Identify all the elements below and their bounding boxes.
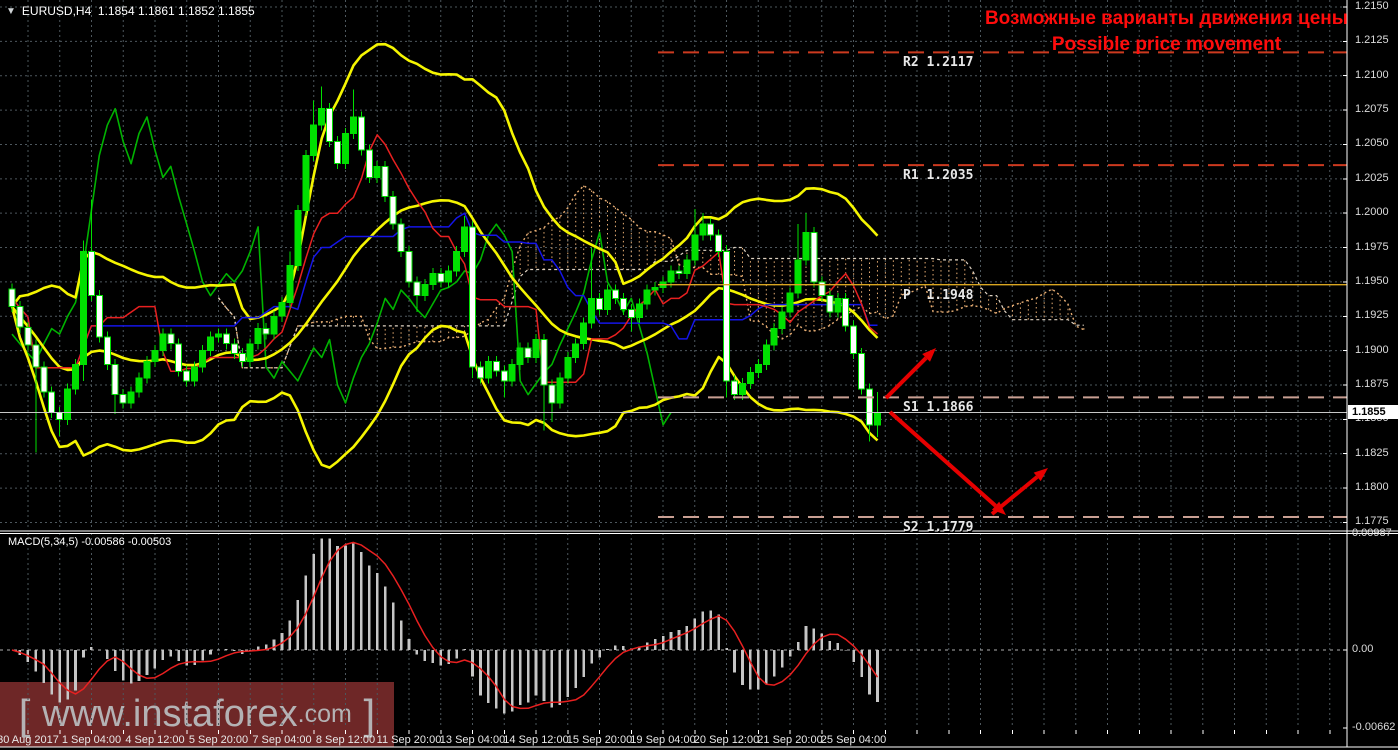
price-axis-label[interactable]: 1.2125 [1355, 34, 1389, 46]
symbol-ohlc-text: EURUSD,H4 1.1854 1.1861 1.1852 1.1855 [21, 4, 255, 18]
time-axis-label[interactable]: 11 Sep 20:00 [377, 734, 442, 746]
level-label-r1: R1 1.2035 [903, 168, 974, 184]
forecast-arrows [884, 348, 1048, 516]
current-price-badge: 1.1855 [1348, 405, 1398, 419]
time-axis-label[interactable]: 7 Sep 04:00 [252, 734, 311, 746]
price-axis-label[interactable]: 1.2150 [1355, 0, 1389, 12]
pivot-levels [658, 51, 1347, 518]
time-axis-label[interactable]: 1 Sep 04:00 [62, 734, 121, 746]
price-axis-label[interactable]: 1.2100 [1355, 69, 1389, 81]
annotation-line-ru: Возможные варианты движения цены [984, 8, 1348, 29]
price-axis-label[interactable]: 1.1800 [1355, 481, 1389, 493]
time-axis-label[interactable]: 20 Sep 12:00 [694, 734, 759, 746]
price-axis-label[interactable]: 1.2000 [1355, 206, 1389, 218]
time-axis-label[interactable]: 15 Sep 20:00 [567, 734, 632, 746]
level-label-s2: S2 1.1779 [903, 519, 974, 535]
price-axis-label[interactable]: 1.1925 [1355, 309, 1389, 321]
annotation-line-en: Possible price movement [1051, 34, 1282, 55]
forecast-annotation: Возможные варианты движения цены Possibl… [985, 6, 1348, 58]
macd-histogram [18, 538, 879, 714]
macd-axis-label[interactable]: -0.00662 [1352, 721, 1395, 733]
macd-axis-label[interactable]: 0.00987 [1352, 527, 1392, 539]
symbol-dropdown-icon: ▼ [6, 5, 16, 17]
time-axis-label[interactable]: 19 Sep 04:00 [630, 734, 695, 746]
macd-axis-label[interactable]: 0.00 [1352, 643, 1373, 655]
price-axis-label[interactable]: 1.1875 [1355, 378, 1389, 390]
pane-borders [0, 0, 1398, 748]
price-axis-label[interactable]: 1.1950 [1355, 275, 1389, 287]
level-label-s1: S1 1.1866 [903, 400, 974, 416]
chikou-span-line [11, 107, 672, 426]
level-label-p: P 1.1948 [903, 287, 974, 303]
time-axis-label[interactable]: 13 Sep 04:00 [440, 734, 505, 746]
time-axis-label[interactable]: 8 Sep 12:00 [316, 734, 375, 746]
price-axis-label[interactable]: 1.2075 [1355, 103, 1389, 115]
price-axis-label[interactable]: 1.1900 [1355, 344, 1389, 356]
trading-chart-window: [ www.instaforex .com ] ▼ EURUSD,H4 1.1854… [0, 0, 1398, 750]
time-axis-label[interactable]: 21 Sep 20:00 [757, 734, 822, 746]
time-axis-label[interactable]: 14 Sep 12:00 [503, 734, 568, 746]
time-axis-label[interactable]: 5 Sep 20:00 [189, 734, 248, 746]
time-axis-label[interactable]: 25 Sep 04:00 [821, 734, 886, 746]
macd-indicator-label: MACD(5,34,5) -0.00586 -0.00503 [8, 536, 172, 548]
level-label-r2: R2 1.2117 [903, 55, 974, 71]
bollinger-bands [10, 42, 879, 469]
price-axis-label[interactable]: 1.1975 [1355, 241, 1389, 253]
chart-title: ▼ EURUSD,H4 1.1854 1.1861 1.1852 1.1855 [6, 4, 255, 18]
macd-signal-line [11, 541, 879, 710]
chart-canvas[interactable] [0, 0, 1398, 750]
price-axis-label[interactable]: 1.2050 [1355, 137, 1389, 149]
time-axis-label[interactable]: 4 Sep 12:00 [125, 734, 184, 746]
tenkan-sen-line [11, 134, 878, 383]
time-axis-label[interactable]: 30 Aug 2017 [0, 734, 59, 746]
price-axis-label[interactable]: 1.2025 [1355, 172, 1389, 184]
price-axis-label[interactable]: 1.1825 [1355, 447, 1389, 459]
